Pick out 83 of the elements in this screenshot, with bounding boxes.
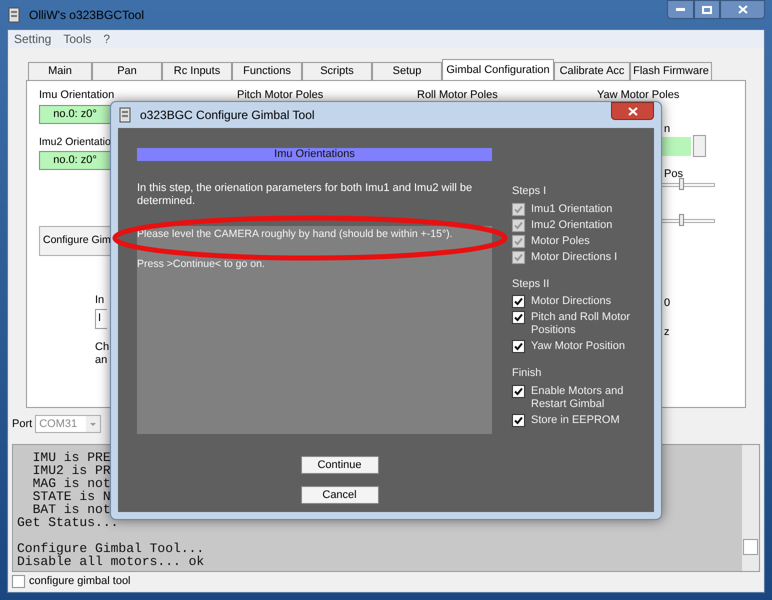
- step-label: Motor Poles: [531, 234, 591, 248]
- menu-item[interactable]: ?: [103, 30, 110, 48]
- checkbox[interactable]: [512, 414, 525, 426]
- tab[interactable]: Setup: [372, 62, 442, 80]
- configure-button[interactable]: Configure Gim: [39, 226, 111, 256]
- text-fragment: z: [664, 324, 670, 340]
- step-label: Yaw Motor Position: [531, 340, 626, 353]
- app-icon: [7, 6, 21, 22]
- step-header: Imu Orientations: [137, 148, 492, 161]
- caret-icon: [86, 416, 100, 432]
- value-field: no.0: z0°: [39, 151, 111, 170]
- console-line: MAG is not: [32, 477, 111, 490]
- menu-item[interactable]: Tools: [63, 30, 92, 48]
- text-fragment: Ch: [95, 340, 110, 354]
- step-label: Enable Motors and Restart Gimbal: [531, 384, 624, 410]
- field-label: Imu2 Orientatio: [39, 134, 111, 150]
- checkbox[interactable]: [512, 384, 525, 398]
- field-label: Roll Motor Poles: [416, 88, 499, 103]
- tab[interactable]: Functions: [232, 62, 302, 80]
- tab[interactable]: Rc Inputs: [162, 62, 232, 80]
- close-button[interactable]: [720, 0, 765, 19]
- minimize-icon: [676, 8, 685, 11]
- field-label: Imu Orientation: [39, 88, 116, 103]
- port-label: Port: [12, 416, 32, 432]
- console-line: STATE is N: [32, 490, 111, 503]
- scrollbar[interactable]: [742, 445, 759, 571]
- check-icon: [514, 416, 523, 424]
- step-label: Store in EEPROM: [531, 414, 621, 426]
- step-label: Imu2 Orientation: [531, 218, 614, 232]
- window-title: OlliW's o323BGCTool: [29, 6, 144, 24]
- console-line: IMU2 is PR: [32, 464, 111, 477]
- intro-text: In this step, the orienation parameters for both Imu1 and Imu2 will be determined.: [137, 182, 474, 208]
- step-label: Imu1 Orientation: [531, 202, 614, 216]
- checkbox[interactable]: [12, 574, 25, 588]
- tab[interactable]: Calibrate Acc: [554, 62, 630, 80]
- check-icon: [514, 342, 523, 351]
- step-label: Motor Directions: [531, 295, 612, 308]
- step-label: Motor Directions I: [531, 250, 618, 264]
- message-text: Please level the CAMERA roughly by hand (should be within +-15°).: [137, 227, 453, 242]
- slider-thumb[interactable]: [678, 214, 684, 226]
- console-line: Disable all motors... ok: [17, 555, 204, 568]
- console-line: BAT is not: [32, 503, 111, 516]
- console-line: IMU is PRE: [32, 451, 111, 464]
- menu-item[interactable]: Setting: [14, 30, 52, 48]
- dialog-title: o323BGC Configure Gimbal Tool: [140, 107, 315, 124]
- checkbox[interactable]: [512, 295, 525, 308]
- checkbox[interactable]: [512, 340, 525, 353]
- tab[interactable]: Gimbal Configuration: [442, 59, 554, 80]
- close-icon: [738, 5, 748, 14]
- port-dropdown[interactable]: COM31: [35, 415, 102, 433]
- check-icon: [514, 386, 523, 396]
- console-line: Get Status...: [17, 516, 118, 529]
- field-label: Yaw Motor Poles: [596, 88, 680, 103]
- label-fragment: Pos: [664, 166, 683, 182]
- status-text: configure gimbal tool: [29, 574, 131, 589]
- continue-button[interactable]: Continue: [300, 456, 378, 474]
- app-icon: [118, 107, 132, 123]
- maximize-icon: [702, 6, 712, 14]
- group-title: Finish: [512, 366, 542, 381]
- checkbox[interactable]: [512, 311, 525, 324]
- text-fragment: an: [95, 354, 108, 367]
- value-field: [661, 137, 691, 156]
- label-fragment: In: [95, 293, 104, 308]
- cancel-button[interactable]: Cancel: [300, 486, 378, 504]
- maximize-button[interactable]: [694, 0, 720, 19]
- tab[interactable]: Flash Firmware: [630, 62, 712, 80]
- label-fragment: n: [664, 122, 672, 137]
- console-line: Configure Gimbal Tool...: [17, 542, 204, 555]
- group-title: Steps II: [512, 276, 550, 292]
- tab[interactable]: Main: [28, 62, 92, 80]
- tab[interactable]: Scripts: [302, 62, 372, 80]
- tab[interactable]: Pan: [92, 62, 162, 80]
- step-label: Pitch and Roll Motor Positions: [531, 311, 632, 337]
- value-field: I: [95, 308, 107, 329]
- group-title: Steps I: [512, 184, 548, 199]
- message-text: Press >Continue< to go on.: [137, 256, 265, 272]
- minimize-button[interactable]: [667, 0, 694, 19]
- field-label: Pitch Motor Poles: [236, 88, 324, 103]
- value-field: no.0: z0°: [39, 104, 111, 124]
- close-button[interactable]: [611, 102, 654, 120]
- slider-thumb[interactable]: [678, 178, 684, 190]
- close-icon: [628, 106, 638, 116]
- text-fragment: 0: [664, 296, 672, 311]
